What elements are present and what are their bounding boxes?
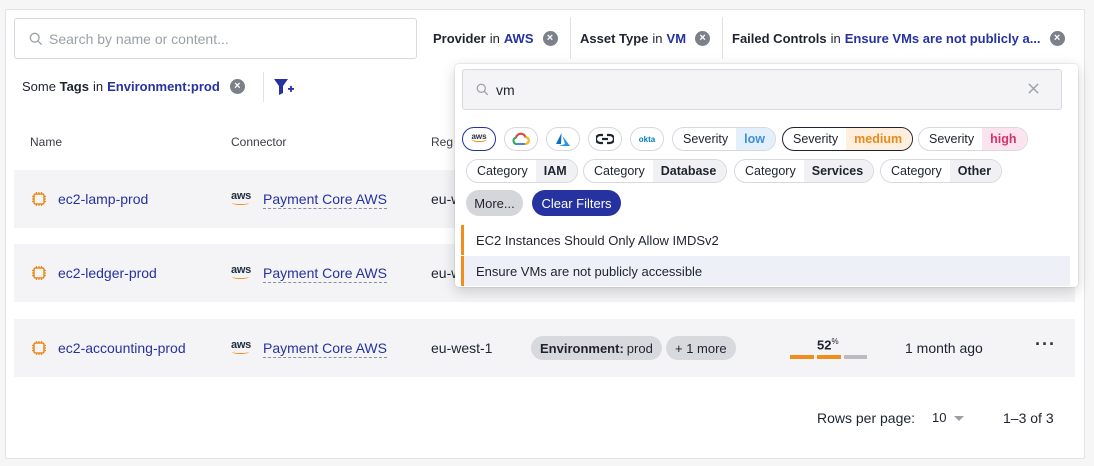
category-database-pill[interactable]: Category Database <box>583 159 728 183</box>
more-filters-button[interactable]: More... <box>466 190 523 216</box>
search-field[interactable] <box>14 18 417 59</box>
connector-link[interactable]: Payment Core AWS <box>263 191 387 209</box>
dropdown-option-selected[interactable]: Ensure VMs are not publicly accessible <box>461 256 1070 286</box>
search-icon <box>29 32 43 45</box>
column-header-connector[interactable]: Connector <box>231 135 286 149</box>
azure-icon <box>556 132 570 146</box>
connector-link[interactable]: Payment Core AWS <box>263 340 387 358</box>
filter-failed-controls[interactable]: Failed Controls in Ensure VMs are not publ… <box>732 31 1065 46</box>
tag-pill[interactable]: Environment: prod <box>531 336 662 360</box>
row-actions-icon[interactable]: ··· <box>1035 334 1056 355</box>
divider <box>263 72 264 102</box>
severity-medium-pill[interactable]: Severity medium <box>782 127 914 151</box>
google-cloud-icon <box>512 132 530 145</box>
severity-high-pill[interactable]: Severity high <box>918 127 1028 151</box>
connector-link[interactable]: Payment Core AWS <box>263 265 387 283</box>
vm-chip-icon <box>32 192 46 206</box>
category-other-pill[interactable]: Category Other <box>880 159 1003 183</box>
filter-asset-type[interactable]: Asset Type in VM × <box>580 31 711 46</box>
remove-filter-icon[interactable]: × <box>542 31 558 46</box>
provider-okta-pill[interactable]: okta <box>630 127 664 151</box>
category-services-pill[interactable]: Category Services <box>734 159 875 183</box>
pagination-range: 1–3 of 3 <box>1003 410 1054 426</box>
dropdown-search-input[interactable] <box>496 81 1016 98</box>
dropdown-option[interactable]: EC2 Instances Should Only Allow IMDSv2 <box>461 225 1070 255</box>
remove-filter-icon[interactable]: × <box>695 31 711 46</box>
provider-gcp-pill[interactable] <box>504 127 538 151</box>
region-cell: eu-west-1 <box>431 340 493 356</box>
vm-chip-icon <box>32 266 46 280</box>
search-input[interactable] <box>49 30 389 47</box>
remove-filter-icon[interactable]: × <box>229 79 245 94</box>
aws-logo-icon: aws <box>231 264 251 279</box>
clear-search-icon[interactable] <box>1027 82 1040 95</box>
score-bar-segment-1 <box>790 355 814 359</box>
severity-low-pill[interactable]: Severity low <box>672 127 776 151</box>
aws-logo-icon: aws <box>231 339 251 354</box>
aws-logo-icon: aws <box>471 132 487 142</box>
provider-aws-pill[interactable]: aws <box>462 127 496 151</box>
score-bar-segment-2 <box>817 355 841 359</box>
column-header-region[interactable]: Reg <box>431 135 453 149</box>
filter-provider[interactable]: Provider in AWS × <box>433 31 558 46</box>
category-iam-pill[interactable]: Category IAM <box>466 159 578 183</box>
provider-link-pill[interactable] <box>588 127 622 151</box>
rows-per-page-select[interactable]: 10 <box>932 410 965 425</box>
score-value: 52% <box>817 337 839 353</box>
link-icon <box>596 133 614 145</box>
remove-filter-icon[interactable]: × <box>1049 31 1065 46</box>
divider <box>570 17 571 59</box>
dropdown-search-field[interactable] <box>462 69 1062 110</box>
divider <box>722 17 723 59</box>
search-icon <box>476 83 489 96</box>
updated-cell: 1 month ago <box>905 340 983 356</box>
asset-name-link[interactable]: ec2-lamp-prod <box>58 191 148 207</box>
asset-name-link[interactable]: ec2-ledger-prod <box>58 265 157 281</box>
provider-azure-pill[interactable] <box>546 127 580 151</box>
filter-tags[interactable]: Some Tags in Environment:prod × <box>22 79 245 94</box>
more-tags-pill[interactable]: + 1 more <box>666 336 736 360</box>
caret-down-icon <box>954 416 965 422</box>
asset-name-link[interactable]: ec2-accounting-prod <box>58 340 186 356</box>
rows-per-page-label: Rows per page: <box>817 410 916 426</box>
add-filter-icon[interactable] <box>273 76 295 98</box>
clear-filters-button[interactable]: Clear Filters <box>532 190 621 216</box>
column-header-name[interactable]: Name <box>30 135 62 149</box>
okta-logo-icon: okta <box>638 134 656 144</box>
score-bar-segment-3 <box>844 355 867 359</box>
vm-chip-icon <box>32 341 46 355</box>
aws-logo-icon: aws <box>231 190 251 205</box>
